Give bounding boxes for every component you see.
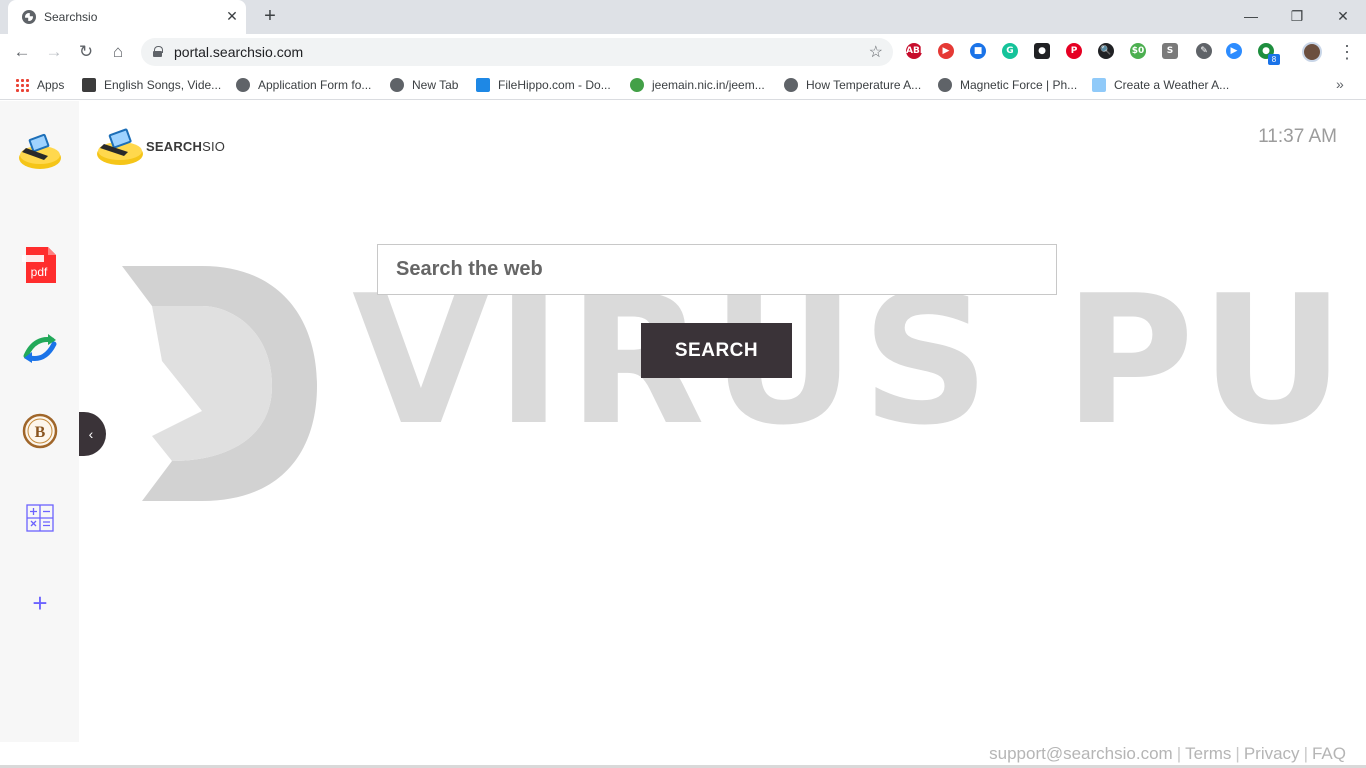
bookmark-star-icon[interactable]: ☆ bbox=[869, 42, 883, 62]
grammarly-icon[interactable]: G bbox=[1002, 43, 1018, 59]
bookmark-item[interactable]: New Tab bbox=[390, 76, 458, 94]
video-speed-icon[interactable]: ▶ bbox=[938, 43, 954, 59]
pdf-label: pdf bbox=[31, 265, 48, 279]
tab-strip: Searchsio ✕ + — ❐ ✕ bbox=[0, 0, 1366, 34]
faq-link[interactable]: FAQ bbox=[1312, 744, 1346, 763]
zoom-icon[interactable]: ▶ bbox=[1226, 43, 1242, 59]
searchsio-logo-icon[interactable] bbox=[18, 128, 62, 172]
reload-icon[interactable]: ↻ bbox=[76, 42, 96, 62]
forward-arrow-icon[interactable]: → bbox=[44, 42, 64, 62]
weather-app-icon bbox=[1092, 78, 1106, 92]
chrome-menu-icon[interactable]: ⋮ bbox=[1338, 42, 1356, 62]
search-zoom-icon[interactable]: 🔍 bbox=[1098, 43, 1114, 59]
extension-badge: 8 bbox=[1268, 54, 1280, 65]
globe-icon bbox=[22, 10, 36, 24]
bookmark-item[interactable]: How Temperature A... bbox=[784, 76, 921, 94]
bookmark-item[interactable]: English Songs, Vide... bbox=[82, 76, 221, 94]
privacy-link[interactable]: Privacy bbox=[1244, 744, 1300, 763]
watermark: VIRUS PUP bbox=[112, 261, 1366, 511]
price-tag-icon[interactable]: $0 bbox=[1130, 43, 1146, 59]
converter-icon[interactable] bbox=[18, 326, 62, 370]
apps-grid-icon bbox=[15, 78, 29, 92]
calculator-icon[interactable] bbox=[18, 496, 62, 540]
browser-tab[interactable]: Searchsio ✕ bbox=[8, 0, 246, 34]
clock: 11:37 AM bbox=[1258, 126, 1337, 147]
footer-separator: | bbox=[1235, 744, 1240, 763]
address-bar[interactable]: portal.searchsio.com ☆ bbox=[141, 38, 893, 66]
sidebar-collapse-button[interactable]: ‹ bbox=[79, 412, 106, 456]
new-tab-button[interactable]: + bbox=[260, 6, 280, 26]
media-ext-icon[interactable]: ● bbox=[1034, 43, 1050, 59]
bookmark-item[interactable]: jeemain.nic.in/jeem... bbox=[630, 76, 765, 94]
bitcoin-label: B bbox=[35, 424, 46, 441]
filehippo-icon bbox=[476, 78, 490, 92]
tab-title: Searchsio bbox=[44, 10, 98, 24]
adblock-plus-icon[interactable]: ABP bbox=[906, 43, 926, 59]
searchsio-logo-icon bbox=[97, 128, 143, 165]
brand-logo[interactable]: SEARCHSIO bbox=[96, 125, 225, 167]
watermark-logo-icon bbox=[122, 266, 317, 501]
bookmark-item[interactable]: Magnetic Force | Ph... bbox=[938, 76, 1077, 94]
bitcoin-icon[interactable]: B bbox=[18, 409, 62, 453]
globe-icon bbox=[784, 78, 798, 92]
home-icon[interactable]: ⌂ bbox=[108, 42, 128, 62]
search-input[interactable] bbox=[377, 244, 1057, 295]
bookmark-apps[interactable]: Apps bbox=[15, 76, 64, 94]
globe-icon bbox=[938, 78, 952, 92]
support-link[interactable]: support@searchsio.com bbox=[989, 744, 1173, 763]
sidebar: pdf B + bbox=[0, 101, 79, 742]
eyedropper-icon[interactable]: ✎ bbox=[1196, 43, 1212, 59]
songs-site-icon bbox=[82, 78, 96, 92]
terms-link[interactable]: Terms bbox=[1185, 744, 1231, 763]
globe-icon bbox=[236, 78, 250, 92]
browser-toolbar: ← → ↻ ⌂ portal.searchsio.com ☆ ABP ▶ ■ G ● P 🔍… bbox=[0, 34, 1366, 70]
bookmarks-bar: Apps English Songs, Vide... Application … bbox=[0, 70, 1366, 100]
url-text[interactable]: portal.searchsio.com bbox=[174, 44, 303, 60]
restore-button[interactable]: ❐ bbox=[1287, 6, 1307, 26]
back-arrow-icon[interactable]: ← bbox=[12, 42, 32, 62]
minimize-button[interactable]: — bbox=[1241, 6, 1261, 26]
footer-separator: | bbox=[1303, 744, 1308, 763]
lock-icon[interactable] bbox=[153, 46, 163, 57]
brand-name: SEARCHSIO bbox=[146, 139, 226, 154]
search-button[interactable]: SEARCH bbox=[641, 323, 792, 378]
bookmarks-overflow-icon[interactable]: » bbox=[1336, 76, 1344, 92]
bookmark-ext-icon[interactable]: ■ bbox=[970, 43, 986, 59]
globe-icon bbox=[390, 78, 404, 92]
profile-avatar[interactable] bbox=[1302, 42, 1322, 62]
bookmark-item[interactable]: Create a Weather A... bbox=[1092, 76, 1229, 94]
footer-separator: | bbox=[1176, 744, 1182, 763]
bookmark-item[interactable]: FileHippo.com - Do... bbox=[476, 76, 611, 94]
jeemain-icon bbox=[630, 78, 644, 92]
tab-close-icon[interactable]: ✕ bbox=[224, 8, 240, 24]
footer: support@searchsio.com | Terms | Privacy | FAQ bbox=[989, 744, 1346, 764]
pinterest-icon[interactable]: P bbox=[1066, 43, 1082, 59]
pdf-icon[interactable]: pdf bbox=[18, 243, 62, 287]
page-content: VIRUS PUP pdf bbox=[0, 101, 1366, 768]
add-icon[interactable]: + bbox=[18, 581, 62, 625]
close-window-button[interactable]: ✕ bbox=[1333, 6, 1353, 26]
bookmark-item[interactable]: Application Form fo... bbox=[236, 76, 371, 94]
s-ext-icon[interactable]: S bbox=[1162, 43, 1178, 59]
